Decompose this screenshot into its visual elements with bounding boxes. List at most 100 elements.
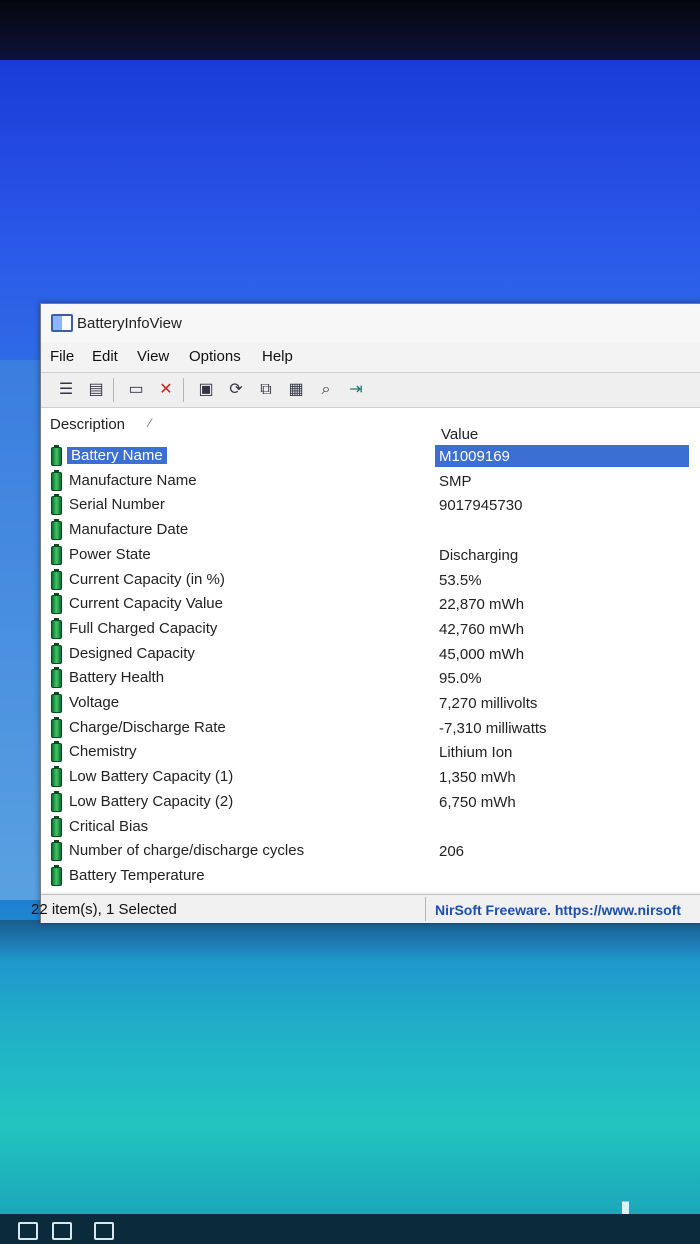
- toolbar-separator: [113, 378, 114, 402]
- row-value: 1,350 mWh: [439, 769, 516, 787]
- battery-icon: [51, 469, 62, 491]
- menu-help[interactable]: Help: [262, 348, 293, 365]
- list-item[interactable]: Current Capacity (in %) 53.5%: [41, 568, 700, 592]
- status-divider: [425, 897, 426, 921]
- list-item[interactable]: Critical Bias: [41, 815, 700, 839]
- row-description: Power State: [69, 545, 151, 563]
- battery-icon: [51, 815, 62, 837]
- menu-options[interactable]: Options: [189, 348, 241, 365]
- column-header-description[interactable]: Description: [50, 416, 125, 433]
- sort-indicator-icon: ⁄: [149, 416, 152, 430]
- taskbar-phone-icon[interactable]: [94, 1222, 114, 1240]
- row-value: Lithium Ion: [439, 744, 513, 762]
- row-description: Full Charged Capacity: [69, 619, 218, 637]
- battery-icon: [51, 840, 62, 862]
- list-item[interactable]: Current Capacity Value 22,870 mWh: [41, 592, 700, 616]
- row-value: 53.5%: [439, 571, 482, 589]
- window-title: BatteryInfoView: [77, 315, 182, 332]
- column-header-value[interactable]: Value: [441, 426, 478, 443]
- list-item[interactable]: Battery Temperature: [41, 864, 700, 888]
- row-description: Battery Temperature: [69, 866, 205, 884]
- toolbar: ☰ ▤ ▭ ✕ ▣ ⟳ ⧉ ▦ ⌕ ⇥: [41, 372, 700, 408]
- battery-icon: [51, 519, 62, 541]
- battery-info-list[interactable]: Description ⁄ Value Battery Name M1009169…: [41, 408, 700, 892]
- menu-bar: File Edit View Options Help: [41, 344, 700, 370]
- row-description: Serial Number: [69, 496, 165, 514]
- list-item[interactable]: Manufacture Name SMP: [41, 469, 700, 493]
- list-item[interactable]: Battery Name M1009169: [41, 444, 700, 468]
- row-description: Battery Name: [67, 447, 167, 464]
- list-item[interactable]: Number of charge/discharge cycles 206: [41, 839, 700, 863]
- row-description: Low Battery Capacity (1): [69, 768, 234, 786]
- status-item-count: 22 item(s), 1 Selected: [31, 901, 177, 918]
- battery-icon: [51, 716, 62, 738]
- row-value: 22,870 mWh: [439, 596, 525, 614]
- html-icon[interactable]: ▦: [285, 379, 307, 401]
- battery-icon: [51, 445, 62, 466]
- row-value: 7,270 millivolts: [439, 695, 538, 712]
- battery-icon: [51, 642, 62, 664]
- row-value: 6,750 mWh: [439, 793, 516, 811]
- battery-icon: [51, 593, 62, 615]
- battery-icon: [51, 494, 62, 516]
- row-value: 45,000 mWh: [439, 645, 525, 663]
- row-description: Charge/Discharge Rate: [69, 718, 226, 736]
- battery-icon: [51, 790, 62, 812]
- status-bar: 22 item(s), 1 Selected NirSoft Freeware.…: [31, 894, 700, 923]
- list-item[interactable]: Power State Discharging: [41, 543, 700, 567]
- save-icon[interactable]: ▣: [195, 379, 217, 401]
- window-icon[interactable]: ▭: [125, 379, 147, 401]
- row-description: Manufacture Name: [69, 471, 197, 489]
- exit-icon[interactable]: ⇥: [345, 379, 367, 401]
- row-description: Low Battery Capacity (2): [69, 792, 234, 810]
- row-value: M1009169: [439, 448, 510, 465]
- menu-file[interactable]: File: [50, 348, 74, 365]
- list-item[interactable]: Manufacture Date: [41, 518, 700, 542]
- battery-icon: [51, 617, 62, 639]
- row-description: Chemistry: [69, 743, 137, 761]
- row-description: Number of charge/discharge cycles: [69, 842, 305, 860]
- battery-app-icon: [51, 314, 73, 332]
- report-icon[interactable]: ▤: [85, 379, 107, 401]
- row-description: Current Capacity (in %): [69, 570, 225, 588]
- taskbar-window-icon[interactable]: [52, 1222, 72, 1240]
- find-icon[interactable]: ⌕: [315, 379, 337, 401]
- row-value: SMP: [439, 472, 472, 490]
- list-item[interactable]: Full Charged Capacity 42,760 mWh: [41, 617, 700, 641]
- row-description: Manufacture Date: [69, 521, 189, 539]
- row-value: 95.0%: [439, 670, 482, 688]
- delete-icon[interactable]: ✕: [155, 379, 177, 401]
- row-description: Current Capacity Value: [69, 595, 223, 613]
- battery-icon: [51, 692, 62, 713]
- nirsoft-link[interactable]: NirSoft Freeware. https://www.nirsoft: [435, 902, 681, 918]
- battery-icon: [51, 667, 62, 689]
- battery-icon: [51, 741, 62, 763]
- copy-icon[interactable]: ⧉: [255, 379, 277, 401]
- list-item[interactable]: Serial Number 9017945730: [41, 493, 700, 517]
- toolbar-separator: [183, 378, 184, 402]
- list-item[interactable]: Designed Capacity 45,000 mWh: [41, 642, 700, 666]
- list-item[interactable]: Battery Health 95.0%: [41, 666, 700, 690]
- row-value: Discharging: [439, 546, 519, 564]
- row-description: Critical Bias: [69, 817, 149, 835]
- list-item[interactable]: Voltage 7,270 millivolts: [41, 691, 700, 715]
- row-description: Voltage: [69, 694, 120, 711]
- list-item[interactable]: Low Battery Capacity (2) 6,750 mWh: [41, 790, 700, 814]
- title-bar[interactable]: BatteryInfoView: [41, 304, 700, 342]
- menu-view[interactable]: View: [137, 348, 169, 365]
- row-description: Battery Health: [69, 669, 165, 687]
- properties-icon[interactable]: ☰: [55, 379, 77, 401]
- battery-icon: [51, 864, 62, 886]
- list-item[interactable]: Low Battery Capacity (1) 1,350 mWh: [41, 765, 700, 789]
- list-item[interactable]: Chemistry Lithium Ion: [41, 740, 700, 764]
- battery-icon: [51, 568, 62, 590]
- menu-edit[interactable]: Edit: [92, 348, 118, 365]
- battery-icon: [51, 543, 62, 565]
- list-item[interactable]: Charge/Discharge Rate -7,310 milliwatts: [41, 716, 700, 740]
- refresh-icon[interactable]: ⟳: [225, 379, 247, 401]
- row-value: -7,310 milliwatts: [439, 719, 547, 737]
- row-value: 9017945730: [439, 497, 523, 515]
- row-value: 206: [439, 843, 465, 861]
- battery-info-window: BatteryInfoView File Edit View Options H…: [31, 303, 700, 923]
- taskbar-view-icon[interactable]: [18, 1222, 38, 1240]
